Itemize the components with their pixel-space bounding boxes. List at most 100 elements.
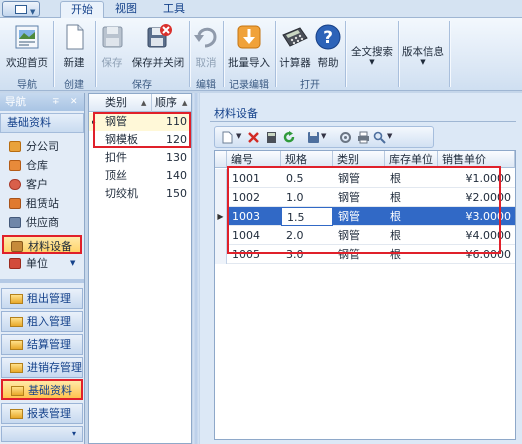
group-label-save: 保存 — [132, 80, 152, 91]
column-header-spec[interactable]: 规格 — [281, 151, 333, 168]
category-row[interactable]: 顶丝 140 — [89, 167, 191, 185]
folder-icon — [10, 294, 23, 304]
print-icon[interactable] — [357, 131, 370, 144]
calculator-button[interactable]: 计算器 — [278, 21, 312, 73]
help-button[interactable]: ? 帮助 — [314, 21, 342, 73]
save-icon[interactable] — [307, 131, 320, 144]
nav-item-label: 仓库 — [26, 159, 48, 172]
category-order: 110 — [166, 115, 187, 128]
table-row[interactable]: 1002 1.0 钢管 根 ¥2.0000 — [215, 188, 515, 207]
nav-item-customer[interactable]: 客户 — [0, 175, 84, 194]
batch-import-button[interactable]: 批量导入 — [226, 21, 272, 73]
nav-item-materials[interactable]: 材料设备 — [2, 235, 82, 254]
column-header-code[interactable]: 编号 — [227, 151, 281, 168]
module-inventory[interactable]: 进销存管理 — [1, 357, 83, 378]
sort-icon: ▲ — [141, 99, 147, 107]
welcome-button[interactable]: 欢迎首页 — [4, 21, 50, 73]
nav-overflow-button[interactable]: ▾ — [1, 426, 83, 442]
module-label: 进销存管理 — [27, 361, 82, 374]
chevron-down-icon[interactable]: ▼ — [321, 132, 334, 145]
nav-item-branch[interactable]: 分公司 — [0, 137, 84, 156]
cell-price: ¥1.0000 — [465, 172, 512, 185]
materials-detail-panel: 材料设备 ▼ ▼ ▼ 编号 规格 类别 库存单位 销售单价 1001 0.5 钢管根… — [200, 93, 522, 444]
module-reports[interactable]: 报表管理 — [1, 403, 83, 424]
module-rent-in[interactable]: 租入管理 — [1, 311, 83, 332]
module-basic-data[interactable]: 基础资料 — [1, 379, 83, 400]
nav-item-unit[interactable]: 单位 ▼ — [0, 254, 84, 273]
new-button[interactable]: 新建 — [56, 21, 92, 73]
pin-icon[interactable]: ∓ — [52, 93, 60, 111]
column-header-unit[interactable]: 库存单位 — [385, 151, 438, 168]
new-record-icon[interactable] — [221, 131, 234, 144]
close-icon[interactable]: ✕ — [70, 93, 78, 111]
nav-splitter[interactable] — [0, 279, 84, 283]
cell-spec: 1.0 — [286, 191, 304, 204]
refresh-icon[interactable] — [283, 131, 296, 144]
category-row[interactable]: 钢模板 120 — [89, 131, 191, 149]
cancel-button-label: 取消 — [195, 57, 217, 69]
nav-item-warehouse[interactable]: 仓库 — [0, 156, 84, 175]
table-row[interactable]: 1005 3.0 钢管 根 ¥6.0000 — [215, 245, 515, 264]
nav-item-rental-station[interactable]: 租赁站 — [0, 194, 84, 213]
column-header-category[interactable]: 类别 — [105, 94, 127, 112]
column-header-order[interactable]: 顺序 — [155, 94, 177, 112]
calculator-icon — [282, 27, 308, 47]
nav-section-basic-data[interactable]: 基础资料 — [0, 113, 84, 133]
nav-item-supplier[interactable]: 供应商 — [0, 213, 84, 232]
detail-title: 材料设备 — [214, 107, 258, 120]
panel-splitter[interactable] — [193, 93, 199, 444]
materials-grid: 编号 规格 类别 库存单位 销售单价 1001 0.5 钢管根 ¥1.0000 1002… — [214, 150, 516, 440]
nav-item-label: 分公司 — [26, 140, 59, 153]
chevron-down-icon[interactable]: ▼ — [387, 132, 400, 145]
category-row[interactable]: ▸ 钢管 110 — [89, 113, 191, 131]
module-rent-out[interactable]: 租出管理 — [1, 288, 83, 309]
new-document-icon — [66, 24, 84, 50]
calculator-icon[interactable] — [265, 131, 278, 144]
cell-spec: 2.0 — [286, 229, 304, 242]
tab-tools[interactable]: 工具 — [154, 1, 194, 19]
ribbon-separator — [345, 21, 346, 87]
save-and-close-button-label: 保存并关闭 — [131, 57, 185, 69]
chevron-down-icon: ▾ — [71, 429, 76, 438]
nav-item-label: 材料设备 — [28, 240, 72, 253]
row-selector[interactable] — [215, 188, 227, 207]
category-name: 顶丝 — [105, 169, 127, 182]
version-info-label: 版本信息 — [402, 46, 444, 58]
delete-icon[interactable] — [247, 131, 260, 144]
customer-icon — [9, 179, 21, 190]
category-row[interactable]: 扣件 130 — [89, 149, 191, 167]
cell-spec[interactable]: 1.5 — [281, 207, 333, 226]
save-and-close-button[interactable]: 保存并关闭 — [130, 21, 186, 73]
application-menu-button[interactable]: ▼ — [2, 1, 40, 17]
ribbon-separator — [449, 21, 450, 87]
category-row[interactable]: 切绞机 150 — [89, 185, 191, 203]
cell-code: 1001 — [232, 172, 260, 185]
current-row-icon: ▸ — [92, 118, 96, 126]
row-selector[interactable]: ▶ — [215, 207, 227, 226]
row-selector[interactable] — [215, 169, 227, 188]
help-button-label: 帮助 — [317, 57, 339, 69]
row-selector[interactable] — [215, 226, 227, 245]
row-selector[interactable] — [215, 245, 227, 264]
save-button-label: 保存 — [101, 57, 123, 69]
group-label-create: 创建 — [64, 80, 84, 91]
grid-toolbar: ▼ ▼ ▼ — [214, 126, 434, 148]
category-name: 钢管 — [105, 115, 127, 128]
save-close-icon — [147, 24, 172, 48]
cancel-button[interactable]: 取消 — [192, 21, 220, 73]
fulltext-search-button[interactable]: 全文搜索 ▼ — [348, 44, 396, 74]
table-row[interactable]: ▶ 1003 1.5 钢管 根 ¥3.0000 — [215, 207, 515, 226]
save-button[interactable]: 保存 — [98, 21, 126, 73]
column-header-category[interactable]: 类别 — [333, 151, 385, 168]
table-row[interactable]: 1004 2.0 钢管 根 ¥4.0000 — [215, 226, 515, 245]
find-icon[interactable] — [373, 131, 386, 144]
tab-start[interactable]: 开始 — [60, 1, 104, 19]
version-info-button[interactable]: 版本信息 ▼ — [400, 44, 446, 74]
settings-icon[interactable] — [339, 131, 352, 144]
table-row[interactable]: 1001 0.5 钢管 根 ¥1.0000 — [215, 169, 515, 188]
chevron-down-icon[interactable]: ▼ — [70, 254, 75, 273]
column-header-price[interactable]: 销售单价 — [438, 151, 515, 168]
module-settlement[interactable]: 结算管理 — [1, 334, 83, 355]
tab-view[interactable]: 视图 — [106, 1, 146, 19]
group-label-edit: 编辑 — [196, 80, 216, 91]
